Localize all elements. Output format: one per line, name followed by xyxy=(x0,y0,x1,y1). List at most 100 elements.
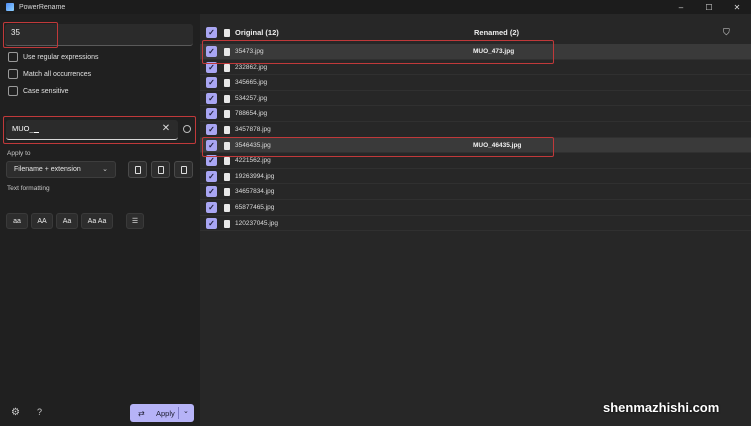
title-bar: PowerRename – ☐ ✕ xyxy=(0,0,751,14)
row-checkbox[interactable]: ✓ xyxy=(206,139,217,151)
option-label: Case sensitive xyxy=(23,87,69,95)
window-controls: – ☐ ✕ xyxy=(667,0,751,14)
apply-divider xyxy=(178,407,179,419)
watermark: shenmazhishi.com xyxy=(603,400,720,415)
text-formatting-label: Text formatting xyxy=(7,185,50,192)
capitalize-each-word-button[interactable]: Aa Aa xyxy=(81,213,113,229)
subfolder-icon xyxy=(180,165,187,174)
original-filename: 4221562.jpg xyxy=(235,157,271,165)
file-icon xyxy=(224,48,230,56)
row-checkbox[interactable]: ✓ xyxy=(206,186,217,198)
titlecase-button[interactable]: Aa xyxy=(56,213,78,229)
file-icon xyxy=(224,188,230,197)
original-filename: 34657834.jpg xyxy=(235,188,275,196)
file-icon xyxy=(224,204,230,212)
file-icon xyxy=(224,94,230,103)
apply-icon: ⇄ xyxy=(138,408,145,418)
checkbox[interactable] xyxy=(8,86,18,96)
select-all-checkbox[interactable]: ✓ xyxy=(206,27,217,38)
file-icon xyxy=(224,79,230,88)
original-column-header[interactable]: Original (12) xyxy=(235,28,279,37)
row-checkbox[interactable]: ✓ xyxy=(206,217,217,229)
file-list-panel: ✓ Original (12) Renamed (2) ⛉ ✓ 35473.jpg… xyxy=(200,14,751,426)
option-match-all[interactable]: Match all occurrences xyxy=(8,68,91,80)
table-row[interactable]: ✓ 3457878.jpg xyxy=(200,122,751,138)
window-title: PowerRename xyxy=(19,3,66,11)
file-icon xyxy=(224,110,230,119)
renamed-filename: MUO_46435.jpg xyxy=(473,141,522,149)
option-label: Match all occurrences xyxy=(23,70,92,78)
app-icon xyxy=(6,3,14,11)
original-filename: 345665.jpg xyxy=(235,79,268,87)
options-panel: 35 Use regular expressions Match all occ… xyxy=(0,14,200,426)
table-row[interactable]: ✓ 35473.jpg MUO_473.jpg xyxy=(200,44,751,60)
help-icon[interactable]: ? xyxy=(34,407,45,418)
row-checkbox[interactable]: ✓ xyxy=(206,170,217,182)
table-row[interactable]: ✓ 232862.jpg xyxy=(200,60,751,76)
table-row[interactable]: ✓ 65877465.jpg xyxy=(200,200,751,216)
clear-icon[interactable]: ✕ xyxy=(161,124,171,134)
checkbox[interactable] xyxy=(8,52,18,62)
lowercase-button[interactable]: aa xyxy=(6,213,28,229)
table-row[interactable]: ✓ 534257.jpg xyxy=(200,91,751,107)
table-row[interactable]: ✓ 19263994.jpg xyxy=(200,169,751,185)
table-row[interactable]: ✓ 345665.jpg xyxy=(200,75,751,91)
table-row[interactable]: ✓ 3546435.jpg MUO_46435.jpg xyxy=(200,137,751,154)
row-checkbox[interactable]: ✓ xyxy=(206,77,217,89)
maximize-button[interactable]: ☐ xyxy=(695,0,723,14)
enumerate-icon: ☰ xyxy=(131,218,139,225)
enumerate-items-button[interactable]: ☰ xyxy=(126,213,144,229)
renamed-filename: MUO_473.jpg xyxy=(473,48,515,55)
include-folders-button[interactable] xyxy=(151,161,170,178)
original-filename: 65877465.jpg xyxy=(235,204,275,211)
apply-button[interactable]: ⇄ Apply ⌄ xyxy=(130,404,194,422)
apply-to-value: Filename + extension xyxy=(14,166,81,173)
file-icon xyxy=(224,172,230,181)
option-case-sensitive[interactable]: Case sensitive xyxy=(8,85,69,97)
row-checkbox[interactable]: ✓ xyxy=(206,202,217,213)
search-input[interactable]: 35 xyxy=(5,24,193,46)
chevron-down-icon: ⌄ xyxy=(102,166,108,173)
gear-icon[interactable]: ⚙ xyxy=(10,407,21,418)
option-label: Use regular expressions xyxy=(23,53,99,61)
replace-value: MUO_ xyxy=(12,124,34,133)
row-checkbox[interactable]: ✓ xyxy=(206,155,217,167)
info-icon[interactable] xyxy=(183,125,191,133)
file-icon xyxy=(224,141,230,150)
file-icon xyxy=(224,157,230,166)
table-row[interactable]: ✓ 120237045.jpg xyxy=(200,216,751,232)
include-files-button[interactable] xyxy=(128,161,147,178)
file-list-header: ✓ Original (12) Renamed (2) ⛉ xyxy=(200,25,751,41)
table-row[interactable]: ✓ 788654.jpg xyxy=(200,106,751,122)
file-icon xyxy=(134,165,141,174)
chevron-down-icon[interactable]: ⌄ xyxy=(183,407,189,415)
row-checkbox[interactable]: ✓ xyxy=(206,61,217,73)
replace-input[interactable]: MUO_ xyxy=(6,120,178,140)
original-filename: 788654.jpg xyxy=(235,110,268,118)
row-checkbox[interactable]: ✓ xyxy=(206,108,217,120)
checkbox[interactable] xyxy=(8,69,18,79)
file-icon xyxy=(224,63,230,72)
row-checkbox[interactable]: ✓ xyxy=(206,46,217,57)
text-caret xyxy=(33,125,39,133)
apply-to-label: Apply to xyxy=(7,150,31,157)
uppercase-button[interactable]: AA xyxy=(31,213,53,229)
minimize-button[interactable]: – xyxy=(667,0,695,14)
renamed-column-header[interactable]: Renamed (2) xyxy=(474,28,519,37)
apply-to-select[interactable]: Filename + extension ⌄ xyxy=(6,161,116,178)
row-checkbox[interactable]: ✓ xyxy=(206,92,217,104)
row-checkbox[interactable]: ✓ xyxy=(206,124,217,135)
include-subfolders-button[interactable] xyxy=(174,161,193,178)
original-filename: 3546435.jpg xyxy=(235,141,271,149)
close-button[interactable]: ✕ xyxy=(723,0,751,14)
original-filename: 3457878.jpg xyxy=(235,126,271,133)
original-filename: 534257.jpg xyxy=(235,94,268,102)
apply-label: Apply xyxy=(156,408,175,418)
original-filename: 120237045.jpg xyxy=(235,219,279,227)
original-filename: 232862.jpg xyxy=(235,63,268,71)
table-row[interactable]: ✓ 4221562.jpg xyxy=(200,153,751,169)
option-regex[interactable]: Use regular expressions xyxy=(8,51,98,63)
original-filename: 19263994.jpg xyxy=(235,172,275,180)
table-row[interactable]: ✓ 34657834.jpg xyxy=(200,184,751,200)
filter-icon[interactable]: ⛉ xyxy=(723,27,733,37)
